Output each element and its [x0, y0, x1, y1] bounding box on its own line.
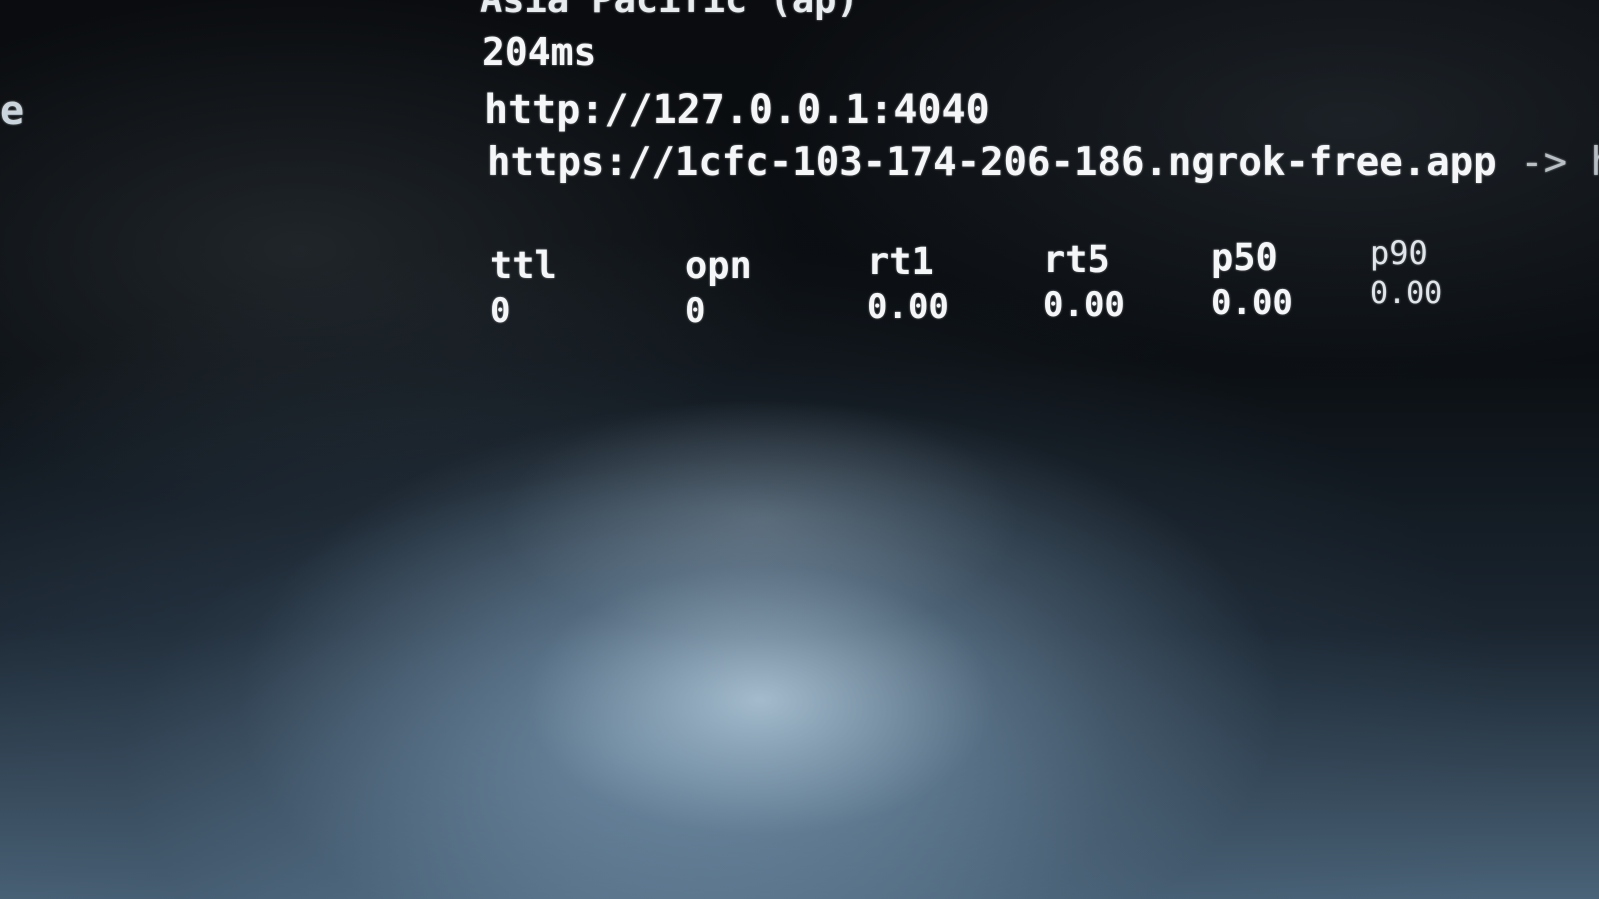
- connections-table: ttl 0 opn 0 rt1 0.00 rt5 0.00 p50 0.00 p…: [490, 234, 1490, 352]
- web-interface-url[interactable]: http://127.0.0.1:4040: [484, 87, 990, 133]
- column-header: rt1: [867, 240, 934, 283]
- left-edge-text: e: [0, 88, 25, 134]
- connections-column-p50: p50 0.00: [1211, 236, 1293, 323]
- forwarding-line: https://1cfc-103-174-206-186.ngrok-free.…: [487, 140, 1599, 185]
- forwarding-url[interactable]: https://1cfc-103-174-206-186.ngrok-free.…: [487, 140, 1497, 185]
- region-value: Asia Pacific (ap): [480, 0, 859, 21]
- connections-column-ttl: ttl 0: [490, 244, 557, 331]
- terminal-window: e Asia Pacific (ap) 204ms http://127.0.0…: [0, 0, 1599, 899]
- column-header: rt5: [1043, 238, 1110, 281]
- column-header: p90: [1370, 234, 1428, 272]
- column-value: 0: [490, 291, 511, 331]
- column-value: 0.00: [867, 287, 949, 327]
- column-header: opn: [685, 244, 752, 287]
- column-value: 0: [685, 291, 706, 331]
- column-value: 0.00: [1370, 276, 1443, 311]
- column-value: 0.00: [1211, 283, 1293, 323]
- connections-column-rt1: rt1 0.00: [867, 240, 949, 327]
- column-header: ttl: [490, 244, 557, 287]
- column-value: 0.00: [1043, 285, 1125, 325]
- screen-glare: [0, 0, 1599, 899]
- connections-column-p90: p90 0.00: [1370, 234, 1442, 311]
- connections-column-opn: opn 0: [685, 244, 752, 331]
- forwarding-target: -> http: [1520, 140, 1599, 185]
- latency-value: 204ms: [482, 30, 597, 74]
- connections-column-rt5: rt5 0.00: [1043, 238, 1125, 325]
- column-header: p50: [1211, 236, 1278, 279]
